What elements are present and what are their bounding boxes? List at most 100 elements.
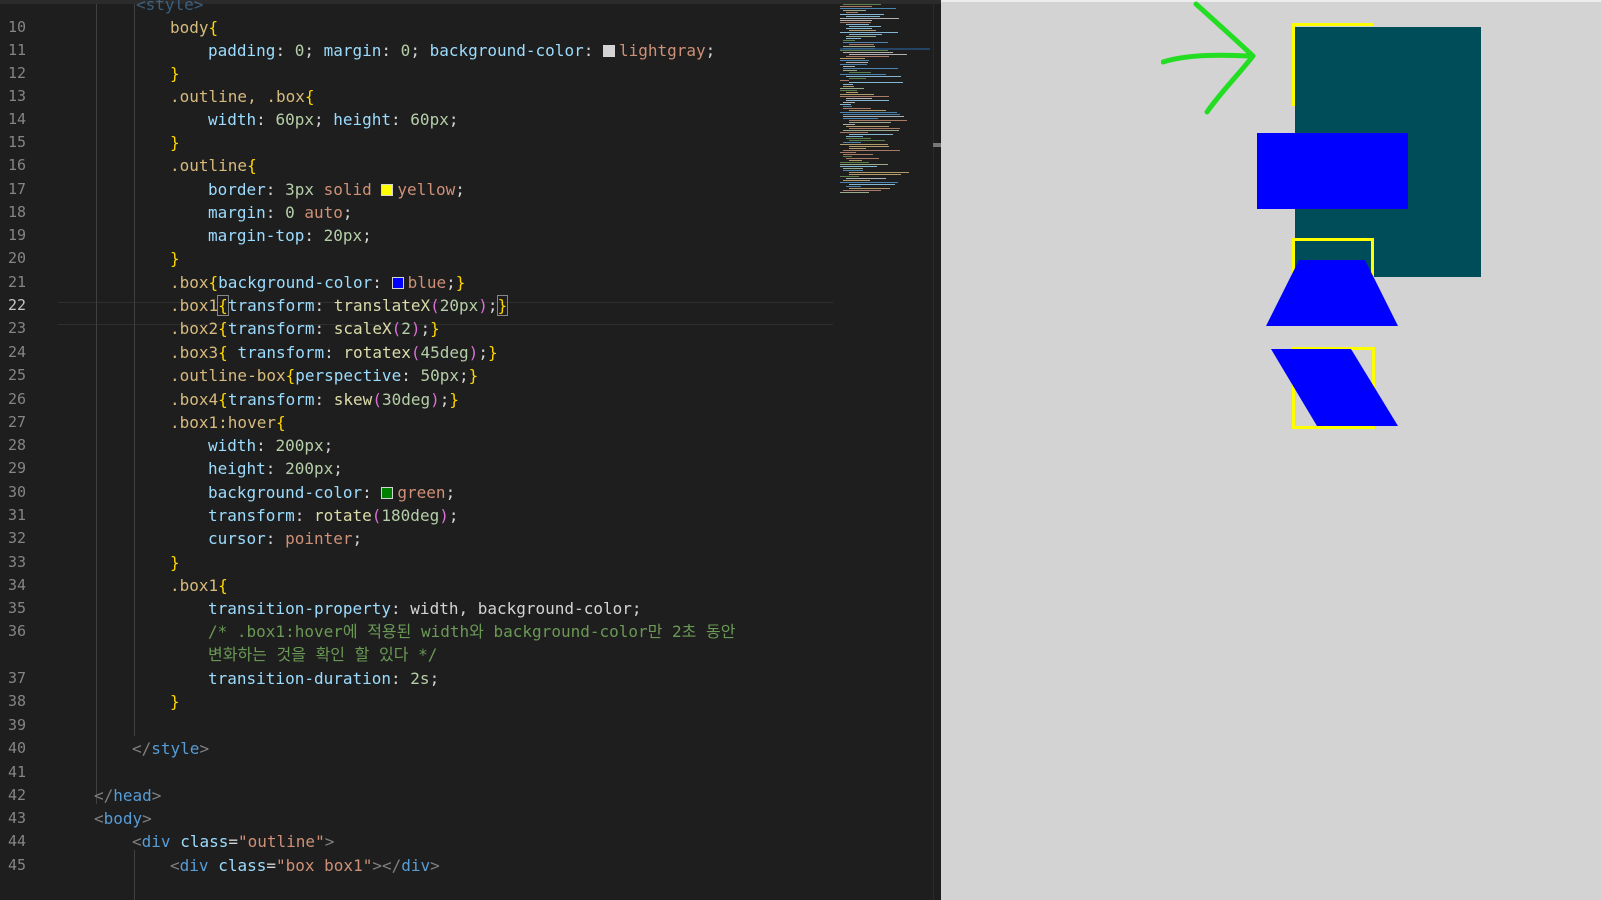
css-value: auto [304, 203, 343, 222]
css-number: 60px [275, 110, 314, 129]
minimap-line [846, 56, 889, 57]
color-swatch-blue[interactable] [391, 277, 404, 289]
brace: } [170, 249, 180, 268]
minimap-line [849, 44, 874, 45]
code-line-27: .box1:hover{ [170, 411, 286, 434]
css-function: scaleX [333, 319, 392, 338]
minimap-line [849, 110, 886, 111]
css-selector: .box3 [170, 343, 219, 362]
minimap-line [849, 34, 882, 35]
minimap-line [843, 102, 855, 103]
color-swatch-lightgray[interactable] [602, 45, 615, 57]
code-line-12: } [170, 62, 180, 85]
css-property: width [208, 110, 257, 129]
css-number: 20px [439, 296, 479, 315]
css-property: border [208, 180, 266, 199]
color-swatch-yellow[interactable] [381, 184, 394, 196]
css-property: transition-duration [208, 669, 392, 688]
minimap-line [840, 20, 872, 21]
css-property: perspective [295, 366, 402, 385]
html-attribute: class [180, 832, 229, 851]
code-editor[interactable]: 10 11 12 13 14 15 16 17 18 19 20 21 22 2… [0, 0, 941, 900]
css-property: background-color [208, 483, 363, 502]
minimap-line [849, 120, 907, 121]
css-value: green [397, 483, 446, 502]
minimap-line [849, 30, 876, 31]
text-cursor [507, 297, 509, 316]
color-swatch-green[interactable] [381, 487, 394, 499]
scrollbar-thumb[interactable] [933, 143, 941, 147]
minimap-line [840, 6, 872, 7]
code-line-26: .box4{transform: skew(30deg);} [170, 390, 460, 409]
minimap-line [840, 94, 874, 95]
hand-drawn-arrow-icon [1161, 1, 1256, 115]
minimap-line [846, 100, 889, 101]
minimap-line [843, 124, 855, 125]
code-comment: /* .box1:hover에 적용된 width와 background-co… [208, 622, 736, 641]
minimap-line [849, 140, 885, 141]
brace: { [208, 18, 219, 37]
line-number: 12 [7, 64, 26, 82]
line-number: 39 [7, 716, 26, 734]
code-line-33: } [170, 551, 180, 574]
code-line-15: } [170, 131, 180, 154]
minimap-line [843, 10, 866, 11]
css-number: 50px [420, 366, 459, 385]
line-number: 40 [7, 739, 26, 757]
html-attribute-value: "outline" [238, 832, 325, 851]
code-line-40: </style> [132, 739, 210, 758]
minimap-line [846, 138, 871, 139]
line-number: 30 [7, 483, 26, 501]
minimap-line [846, 158, 879, 159]
minimap-line [843, 68, 898, 69]
minimap-line [843, 70, 857, 71]
css-number: 0 [294, 41, 305, 60]
line-number: 14 [7, 110, 26, 128]
minimap-line [840, 132, 868, 133]
code-line-31: transform: rotate(180deg); [208, 506, 459, 525]
minimap-line [843, 168, 863, 169]
minimap-line [840, 162, 869, 163]
minimap-line [843, 142, 861, 143]
minimap-line [840, 60, 869, 61]
css-selector: .box2 [170, 319, 219, 338]
line-number: 18 [7, 203, 26, 221]
browser-preview [941, 0, 1601, 900]
code-line-35: transition-property: width, background-c… [208, 599, 642, 618]
code-line-29: height: 200px; [208, 459, 343, 478]
css-selector: .box1:hover [170, 413, 276, 432]
html-tag: style [151, 739, 200, 758]
scrollbar-track[interactable] [933, 4, 934, 900]
css-property: transform [227, 390, 315, 409]
minimap-line [840, 80, 849, 81]
brace: } [170, 692, 180, 711]
css-value: yellow [397, 180, 456, 199]
code-line-11: padding: 0; margin: 0; background-color:… [208, 41, 716, 60]
minimap-line [843, 154, 873, 155]
minimap-line [840, 58, 865, 59]
minimap-line [843, 106, 852, 107]
code-line-32: cursor: pointer; [208, 529, 363, 548]
minimap-line [849, 26, 881, 27]
minimap-line [843, 42, 888, 43]
code-line-34: .box1{ [170, 574, 228, 597]
minimap-line [843, 114, 900, 115]
html-tag: head [113, 786, 152, 805]
minimap-line [849, 72, 871, 73]
line-number: 45 [7, 856, 26, 874]
brace: { [275, 413, 286, 432]
minimap-line [843, 108, 871, 109]
minimap-line [840, 104, 851, 105]
css-selector: .box1 [170, 296, 219, 315]
line-number: 44 [7, 832, 26, 850]
code-line-44: <div class="outline"> [132, 832, 335, 851]
minimap-line [843, 46, 875, 47]
minimap-line [840, 182, 898, 183]
box2-scaled [1257, 133, 1408, 209]
line-number: 42 [7, 786, 26, 804]
code-line-37: transition-duration: 2s; [208, 669, 440, 688]
minimap[interactable] [840, 4, 930, 204]
html-attribute-value: "box box1" [276, 856, 373, 875]
code-area[interactable]: <style> body{ padding: 0; margin: 0; bac… [58, 0, 833, 900]
css-property: cursor [208, 529, 266, 548]
